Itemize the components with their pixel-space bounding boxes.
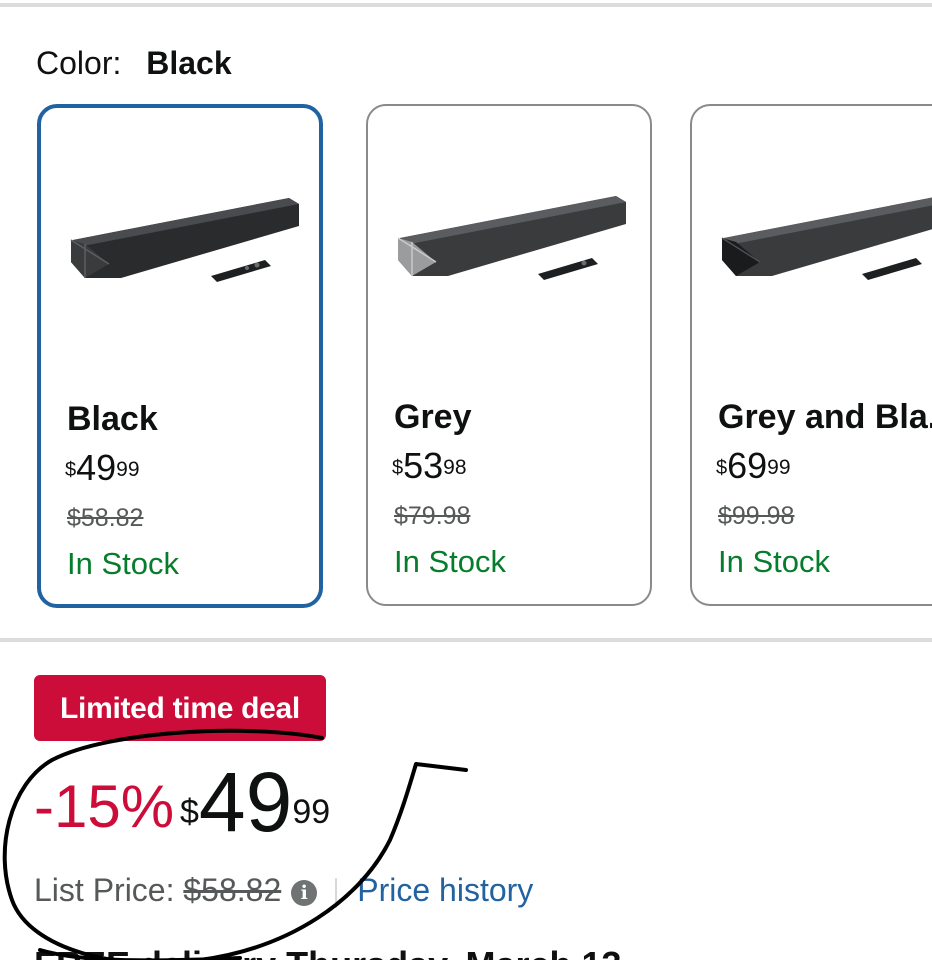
swatch-old-price: $99.98 — [718, 502, 795, 530]
section-divider — [0, 638, 932, 642]
swatch-price: $4999 — [65, 448, 140, 488]
price-whole: 49 — [76, 447, 117, 488]
limited-time-deal-badge: Limited time deal — [34, 675, 326, 741]
color-label-row: Color: Black — [36, 44, 232, 82]
color-swatch-black[interactable]: Black $4999 $58.82 In Stock — [37, 104, 323, 608]
list-price-label: List Price: — [34, 872, 175, 908]
info-icon[interactable]: i — [291, 879, 318, 906]
swatch-stock-status: In Stock — [67, 546, 179, 581]
swatch-old-price: $58.82 — [67, 504, 144, 532]
swatch-stock-status: In Stock — [394, 544, 506, 579]
deal-price: $4999 — [180, 760, 331, 867]
discount-percent: -15% — [34, 773, 175, 840]
currency-symbol: $ — [65, 459, 77, 481]
price-whole: 53 — [403, 445, 444, 486]
price-cents: 99 — [767, 456, 791, 479]
price-cents: 99 — [292, 793, 331, 831]
list-price-row: List Price: $58.82 i Price history — [34, 870, 533, 910]
top-divider — [0, 3, 932, 7]
currency-symbol: $ — [180, 793, 199, 831]
swatch-name: Black — [67, 400, 158, 438]
selected-color-value: Black — [146, 45, 232, 81]
swatch-old-price: $79.98 — [394, 502, 471, 530]
list-price-value: $58.82 — [183, 872, 282, 908]
price-history-link[interactable]: Price history — [357, 872, 533, 908]
delivery-info: FREE delivery Thursday, March 13 — [34, 944, 622, 960]
currency-symbol: $ — [716, 457, 728, 479]
swatch-price: $5398 — [392, 446, 467, 486]
swatch-name: Grey — [394, 398, 472, 436]
color-swatch-grey-and-black[interactable]: Grey and Bla... $6999 $99.98 In Stock — [690, 104, 932, 606]
soundbar-image — [70, 198, 299, 282]
swatch-stock-status: In Stock — [718, 544, 830, 579]
soundbar-image — [397, 196, 626, 280]
price-cents: 98 — [443, 456, 467, 479]
color-label: Color: — [36, 45, 122, 81]
currency-symbol: $ — [392, 457, 404, 479]
price-whole: 69 — [727, 445, 768, 486]
swatch-price: $6999 — [716, 446, 791, 486]
separator — [335, 877, 338, 908]
soundbar-image — [721, 197, 932, 280]
swatch-name: Grey and Bla... — [718, 398, 932, 436]
price-cents: 99 — [116, 458, 140, 481]
price-whole: 49 — [198, 755, 293, 849]
color-swatch-grey[interactable]: Grey $5398 $79.98 In Stock — [366, 104, 652, 606]
